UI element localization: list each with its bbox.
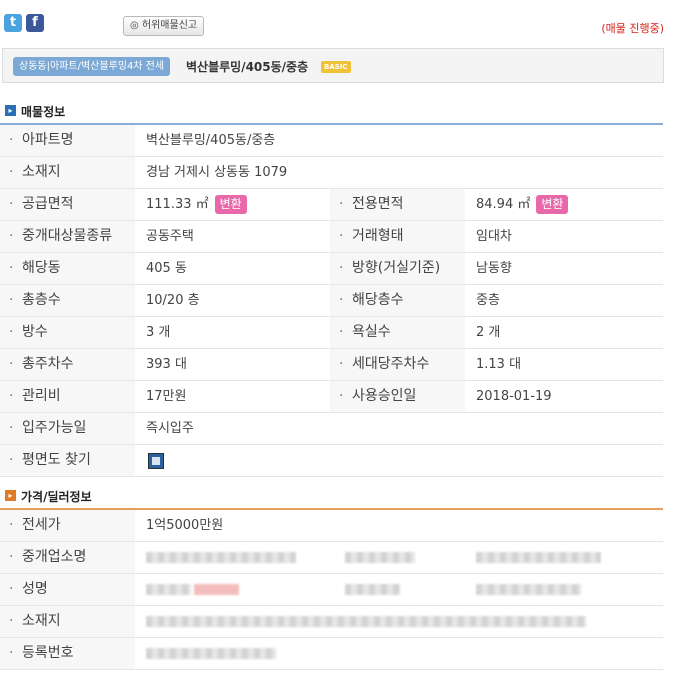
table-row: 총주차수 393 대 세대당주차수 1.13 대 (0, 349, 663, 381)
redacted-text (146, 648, 276, 659)
table-row: 중개업소명 (0, 542, 663, 574)
table-row: 성명 (0, 574, 663, 606)
table-row: 방수 3 개 욕실수 2 개 (0, 317, 663, 349)
listing-title-bar: 상동동|아파트/벽산블루밍4차 전세 벽산블루밍/405동/중층 BASIC (2, 48, 664, 83)
facebook-icon[interactable]: f (26, 14, 44, 32)
row-value: 즉시입주 (146, 421, 194, 436)
supply-area-value: 111.33 ㎡ (146, 197, 209, 212)
table-row: 관리비 17만원 사용승인일 2018-01-19 (0, 381, 663, 413)
row-value: 임대차 (476, 229, 512, 244)
exclusive-area-value: 84.94 ㎡ (476, 197, 531, 212)
row-label: 해당층수 (330, 285, 465, 316)
breadcrumb[interactable]: 상동동|아파트/벽산블루밍4차 전세 (13, 57, 171, 76)
table-row: 총층수 10/20 층 해당층수 중층 (0, 285, 663, 317)
row-label: 욕실수 (330, 317, 465, 348)
row-label: 중개업소명 (0, 542, 135, 573)
table-row: 아파트명 벽산블루밍/405동/중층 (0, 125, 663, 157)
row-label: 방향(거실기준) (330, 253, 465, 284)
row-label: 전세가 (0, 510, 135, 541)
row-label: 중개대상물종류 (0, 221, 135, 252)
redacted-text (476, 552, 601, 563)
row-value: 405 동 (146, 261, 187, 276)
twitter-icon[interactable]: t (4, 14, 22, 32)
row-value: 1억5000만원 (146, 518, 224, 533)
convert-unit-button[interactable]: 변환 (214, 195, 247, 214)
row-label: 입주가능일 (0, 413, 135, 444)
section-marker-icon: ▸ (5, 490, 16, 501)
row-label: 총주차수 (0, 349, 135, 380)
row-label: 소재지 (0, 157, 135, 188)
row-value: 393 대 (146, 357, 187, 372)
top-bar: t f ◎ 허위매물신고 (매물 진행중) (0, 0, 682, 44)
row-label: 거래형태 (330, 221, 465, 252)
row-value: 2 개 (476, 325, 501, 340)
basic-badge: BASIC (321, 61, 351, 73)
section-title: 가격/딜러정보 (21, 490, 92, 504)
row-value: 10/20 층 (146, 293, 200, 308)
row-label: 전용면적 (330, 189, 465, 220)
redacted-text (345, 552, 415, 563)
row-label: 등록번호 (0, 638, 135, 669)
redacted-text (146, 616, 586, 627)
row-label: 세대당주차수 (330, 349, 465, 380)
table-row: 입주가능일 즉시입주 (0, 413, 663, 445)
table-row: 평면도 찾기 (0, 445, 663, 477)
row-label: 사용승인일 (330, 381, 465, 412)
table-row: 해당동 405 동 방향(거실기준) 남동향 (0, 253, 663, 285)
row-label: 평면도 찾기 (0, 445, 135, 476)
row-value: 3 개 (146, 325, 171, 340)
row-value: 2018-01-19 (476, 389, 552, 404)
price-dealer-table: 전세가 1억5000만원 중개업소명 성명 소재지 등록번호 (0, 508, 663, 670)
table-row: 소재지 (0, 606, 663, 638)
row-label: 해당동 (0, 253, 135, 284)
row-value: 111.33 ㎡ 변환 (146, 189, 247, 220)
row-label: 소재지 (0, 606, 135, 637)
section-title: 매물정보 (21, 105, 66, 119)
convert-unit-button[interactable]: 변환 (536, 195, 569, 214)
row-value: 경남 거제시 상동동 1079 (146, 165, 288, 180)
row-label: 성명 (0, 574, 135, 605)
table-row: 중개대상물종류 공동주택 거래형태 임대차 (0, 221, 663, 253)
table-row: 소재지 경남 거제시 상동동 1079 (0, 157, 663, 189)
table-row: 등록번호 (0, 638, 663, 670)
row-label: 총층수 (0, 285, 135, 316)
row-value: 벽산블루밍/405동/중층 (146, 133, 276, 148)
row-label: 아파트명 (0, 125, 135, 156)
row-value: 공동주택 (146, 229, 194, 244)
property-info-table: 아파트명 벽산블루밍/405동/중층 소재지 경남 거제시 상동동 1079 공… (0, 123, 663, 477)
row-value: 중층 (476, 293, 500, 308)
redacted-text (146, 584, 191, 595)
table-row: 전세가 1억5000만원 (0, 510, 663, 542)
row-value: 1.13 대 (476, 357, 522, 372)
listing-status: (매물 진행중) (601, 22, 664, 35)
redacted-text (146, 552, 296, 563)
row-label: 관리비 (0, 381, 135, 412)
table-row: 공급면적 111.33 ㎡ 변환 전용면적 84.94 ㎡ 변환 (0, 189, 663, 221)
row-label: 공급면적 (0, 189, 135, 220)
redacted-text (476, 584, 581, 595)
floor-plan-icon[interactable] (148, 453, 164, 469)
row-value: 남동향 (476, 261, 512, 276)
row-value: 84.94 ㎡ 변환 (476, 189, 569, 220)
redacted-text (345, 584, 400, 595)
row-label: 방수 (0, 317, 135, 348)
section-marker-icon: ▸ (5, 105, 16, 116)
row-value: 17만원 (146, 389, 187, 404)
listing-title: 벽산블루밍/405동/중층 (186, 60, 309, 74)
redacted-text (194, 584, 239, 595)
report-false-listing-button[interactable]: ◎ 허위매물신고 (123, 16, 205, 36)
